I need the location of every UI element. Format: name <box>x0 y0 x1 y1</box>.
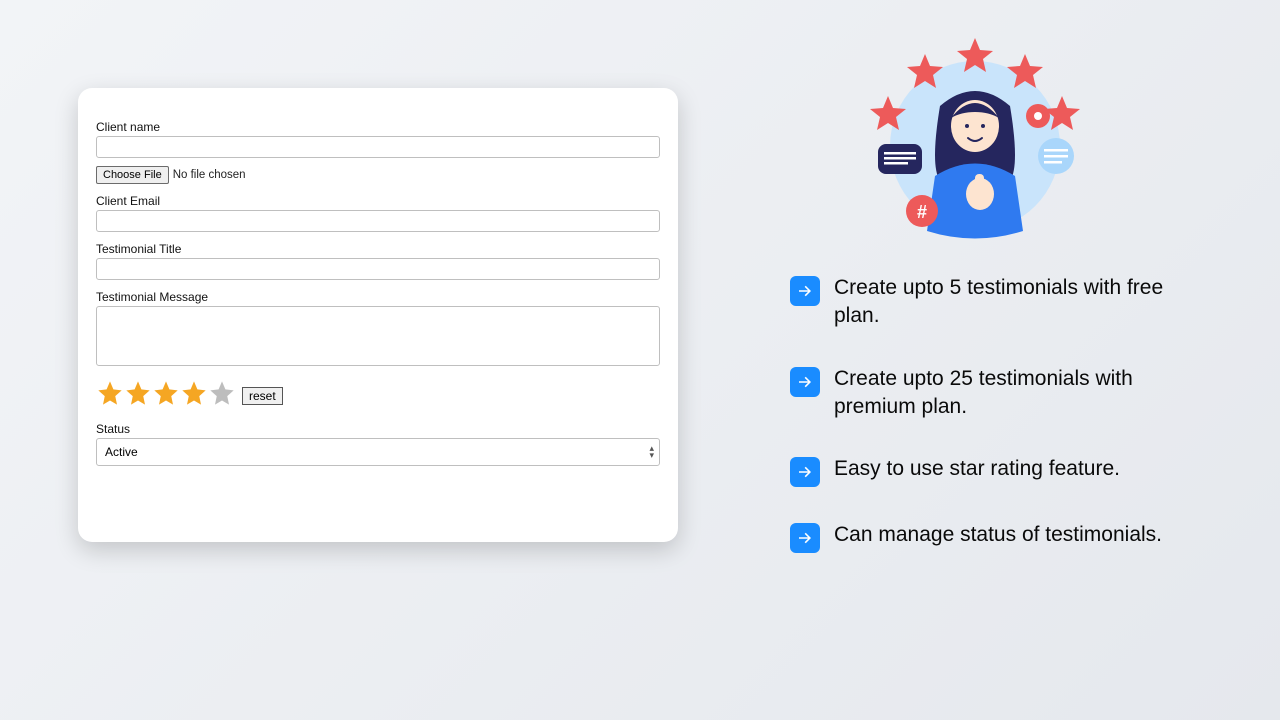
feature-text-1: Create upto 5 testimonials with free pla… <box>834 274 1210 331</box>
client-email-input[interactable] <box>96 210 660 232</box>
client-name-input[interactable] <box>96 136 660 158</box>
arrow-right-icon <box>790 367 820 397</box>
feature-item-3: Easy to use star rating feature. <box>790 455 1210 487</box>
feature-text-2: Create upto 25 testimonials with premium… <box>834 365 1210 422</box>
status-select-wrapper: Active ▴▾ <box>96 438 660 466</box>
file-status-text: No file chosen <box>173 169 246 181</box>
file-upload-row: Choose File No file chosen <box>96 166 660 184</box>
feature-item-4: Can manage status of testimonials. <box>790 521 1210 553</box>
feature-item-1: Create upto 5 testimonials with free pla… <box>790 274 1210 331</box>
star-5-icon[interactable] <box>208 379 236 412</box>
feature-text-3: Easy to use star rating feature. <box>834 455 1120 483</box>
star-4-icon[interactable] <box>180 379 208 412</box>
status-label: Status <box>96 422 660 436</box>
testimonial-form-card: Client name Choose File No file chosen C… <box>78 88 678 542</box>
testimonial-title-label: Testimonial Title <box>96 242 660 256</box>
client-name-row: Client name <box>96 120 660 158</box>
testimonial-message-row: Testimonial Message <box>96 290 660 371</box>
arrow-right-icon <box>790 457 820 487</box>
client-email-label: Client Email <box>96 194 660 208</box>
feature-item-2: Create upto 25 testimonials with premium… <box>790 365 1210 422</box>
status-select[interactable]: Active <box>96 438 660 466</box>
star-3-icon[interactable] <box>152 379 180 412</box>
testimonial-title-input[interactable] <box>96 258 660 280</box>
feature-text-4: Can manage status of testimonials. <box>834 521 1162 549</box>
star-rating-row: reset <box>96 379 660 412</box>
testimonial-illustration: # <box>860 26 1090 256</box>
status-row: Status Active ▴▾ <box>96 422 660 466</box>
star-2-icon[interactable] <box>124 379 152 412</box>
testimonial-message-label: Testimonial Message <box>96 290 660 304</box>
testimonial-message-input[interactable] <box>96 306 660 366</box>
arrow-right-icon <box>790 523 820 553</box>
features-list: Create upto 5 testimonials with free pla… <box>790 274 1210 587</box>
reset-button[interactable]: reset <box>242 387 283 405</box>
client-name-label: Client name <box>96 120 660 134</box>
star-1-icon[interactable] <box>96 379 124 412</box>
arrow-right-icon <box>790 276 820 306</box>
svg-text:#: # <box>917 202 927 222</box>
testimonial-title-row: Testimonial Title <box>96 242 660 280</box>
client-email-row: Client Email <box>96 194 660 232</box>
choose-file-button[interactable]: Choose File <box>96 166 169 184</box>
